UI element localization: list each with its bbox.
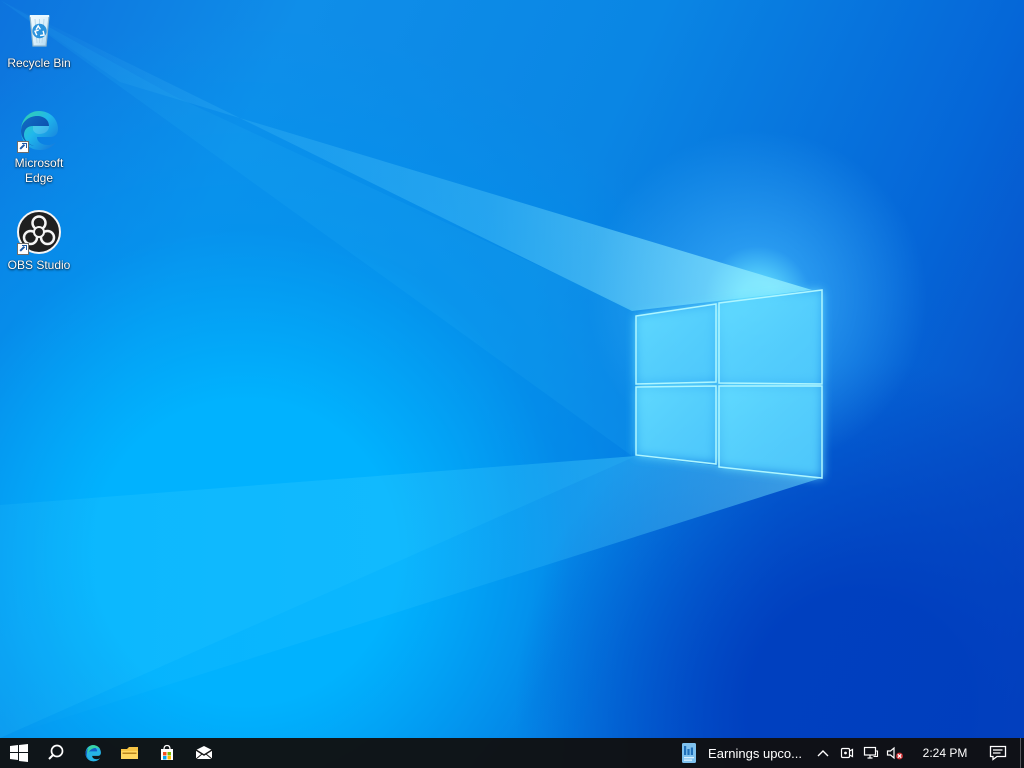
windows-start-icon — [9, 744, 28, 762]
desktop-icon-obs-studio[interactable]: OBS Studio — [3, 208, 75, 273]
meet-now-button[interactable] — [836, 738, 858, 768]
obs-studio-icon — [15, 208, 63, 256]
notifications-button[interactable] — [978, 738, 1018, 768]
clock-time: 2:24 PM — [922, 746, 968, 760]
network-icon — [863, 746, 879, 759]
start-button[interactable] — [0, 738, 37, 768]
search-button[interactable] — [37, 738, 74, 768]
meet-now-icon — [840, 747, 854, 759]
news-widget-text: Earnings upco... — [708, 745, 802, 761]
taskbar-edge-button[interactable] — [74, 738, 111, 768]
file-explorer-icon — [121, 747, 138, 759]
taskbar-store-button[interactable] — [148, 738, 185, 768]
desktop-icon-label-microsoft-edge: Microsoft Edge — [14, 156, 64, 185]
search-icon — [47, 744, 63, 760]
show-hidden-icons-button[interactable] — [812, 738, 834, 768]
microsoft-edge-icon — [85, 745, 101, 762]
microsoft-edge-icon — [15, 106, 63, 154]
taskbar-file-explorer-button[interactable] — [111, 738, 148, 768]
chevron-up-icon — [817, 750, 829, 757]
recycle-bin-icon — [15, 6, 63, 54]
stock-news-icon — [682, 743, 697, 763]
desktop: Recycle Bin Microsoft Edge OBS Studio — [0, 0, 1024, 738]
system-tray: 2:24 PM — [812, 738, 1024, 768]
desktop-icon-recycle-bin[interactable]: Recycle Bin — [3, 6, 75, 71]
taskbar: Earnings upco... 2:24 PM — [0, 738, 1024, 768]
news-widget[interactable]: Earnings upco... — [670, 738, 812, 768]
network-button[interactable] — [860, 738, 882, 768]
shortcut-arrow-icon — [17, 141, 29, 153]
shortcut-arrow-icon — [17, 243, 29, 255]
volume-button[interactable] — [884, 738, 906, 768]
taskbar-left-group — [0, 738, 222, 768]
desktop-icon-label-recycle-bin: Recycle Bin — [7, 56, 71, 70]
show-desktop-button[interactable] — [1020, 738, 1024, 768]
taskbar-mail-button[interactable] — [185, 738, 222, 768]
desktop-icon-microsoft-edge[interactable]: Microsoft Edge — [3, 106, 75, 186]
notification-center-icon — [989, 745, 1007, 761]
mail-icon — [195, 746, 212, 760]
volume-muted-icon — [886, 746, 903, 760]
microsoft-store-icon — [160, 744, 173, 760]
desktop-icon-label-obs-studio: OBS Studio — [7, 258, 71, 272]
windows-light-beam — [0, 0, 823, 738]
taskbar-clock[interactable]: 2:24 PM — [914, 738, 976, 768]
